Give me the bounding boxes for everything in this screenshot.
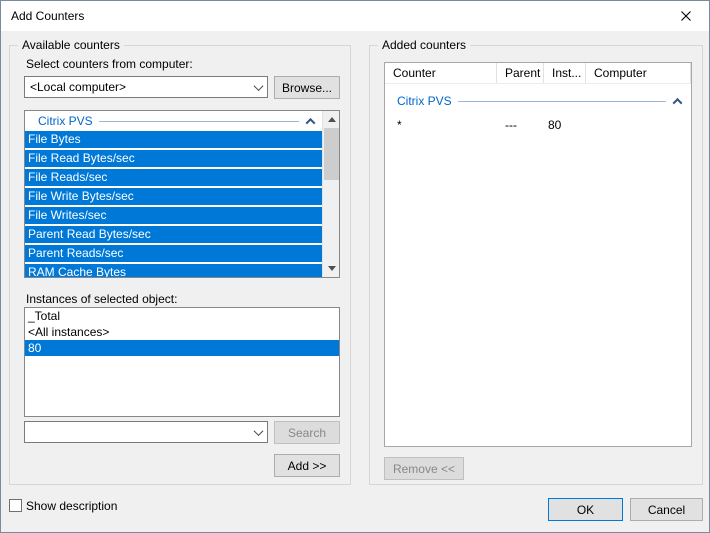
counters-list: Citrix PVS File Bytes File Read Bytes/se… (24, 110, 340, 278)
close-icon (681, 11, 691, 21)
instance-item[interactable]: _Total (25, 308, 339, 324)
titlebar: Add Counters (1, 1, 709, 31)
chevron-up-icon[interactable] (306, 117, 316, 127)
close-button[interactable] (663, 1, 709, 31)
column-header-counter[interactable]: Counter (385, 63, 497, 83)
counter-item[interactable]: File Write Bytes/sec (25, 188, 322, 205)
chevron-down-icon[interactable] (249, 77, 267, 97)
counter-item[interactable]: RAM Cache Bytes (25, 264, 322, 277)
instance-item[interactable]: <All instances> (25, 324, 339, 340)
available-counters-group: Available counters Select counters from … (9, 45, 351, 485)
instances-list: _Total <All instances> 80 (24, 307, 340, 417)
object-header-rule (458, 101, 666, 102)
table-header: Counter Parent Inst... Computer (385, 63, 691, 84)
added-counters-group: Added counters Counter Parent Inst... Co… (369, 45, 703, 485)
object-header-rule (99, 121, 299, 122)
window-title: Add Counters (11, 1, 84, 31)
chevron-down-icon[interactable] (249, 422, 267, 442)
browse-button[interactable]: Browse... (274, 76, 340, 99)
counter-item[interactable]: File Bytes (25, 131, 322, 148)
column-header-computer[interactable]: Computer (586, 63, 691, 83)
counter-item[interactable]: File Reads/sec (25, 169, 322, 186)
cell-parent: --- (497, 116, 544, 134)
cell-instance: 80 (544, 116, 586, 134)
column-header-parent[interactable]: Parent (497, 63, 544, 83)
instances-label: Instances of selected object: (26, 292, 177, 306)
column-header-instance[interactable]: Inst... (544, 63, 586, 83)
counter-item[interactable]: File Writes/sec (25, 207, 322, 224)
computer-combobox[interactable]: <Local computer> (24, 76, 268, 98)
add-button[interactable]: Add >> (274, 454, 340, 477)
scroll-down-icon[interactable] (323, 260, 340, 277)
search-button[interactable]: Search (274, 421, 340, 444)
scrollbar-thumb[interactable] (324, 128, 339, 180)
available-counters-group-label: Available counters (18, 38, 124, 52)
show-description-label: Show description (26, 499, 117, 513)
cell-computer (586, 116, 691, 134)
ok-button[interactable]: OK (548, 498, 623, 521)
counter-object-header[interactable]: Citrix PVS (25, 111, 322, 131)
scroll-up-icon[interactable] (323, 111, 340, 128)
counters-scrollbar[interactable] (322, 111, 339, 277)
counters-list-inner: Citrix PVS File Bytes File Read Bytes/se… (25, 111, 322, 277)
computer-combobox-value: <Local computer> (25, 77, 249, 97)
add-counters-dialog: Add Counters Available counters Select c… (0, 0, 710, 533)
cancel-button[interactable]: Cancel (630, 498, 703, 521)
instance-item-selected[interactable]: 80 (25, 340, 339, 356)
counter-item[interactable]: File Read Bytes/sec (25, 150, 322, 167)
table-row[interactable]: * --- 80 (385, 116, 691, 134)
chevron-up-icon[interactable] (673, 97, 683, 107)
added-object-name: Citrix PVS (397, 94, 452, 108)
remove-button[interactable]: Remove << (384, 457, 464, 480)
search-combobox[interactable] (24, 421, 268, 443)
select-counters-label: Select counters from computer: (26, 57, 193, 71)
search-input[interactable] (25, 423, 249, 441)
added-object-header[interactable]: Citrix PVS (385, 91, 691, 111)
added-counters-table: Counter Parent Inst... Computer Citrix P… (384, 62, 692, 447)
show-description-checkbox[interactable] (9, 499, 22, 512)
counter-object-name: Citrix PVS (38, 114, 93, 128)
added-counters-group-label: Added counters (378, 38, 470, 52)
counter-item[interactable]: Parent Read Bytes/sec (25, 226, 322, 243)
counter-item[interactable]: Parent Reads/sec (25, 245, 322, 262)
cell-counter: * (385, 116, 497, 134)
